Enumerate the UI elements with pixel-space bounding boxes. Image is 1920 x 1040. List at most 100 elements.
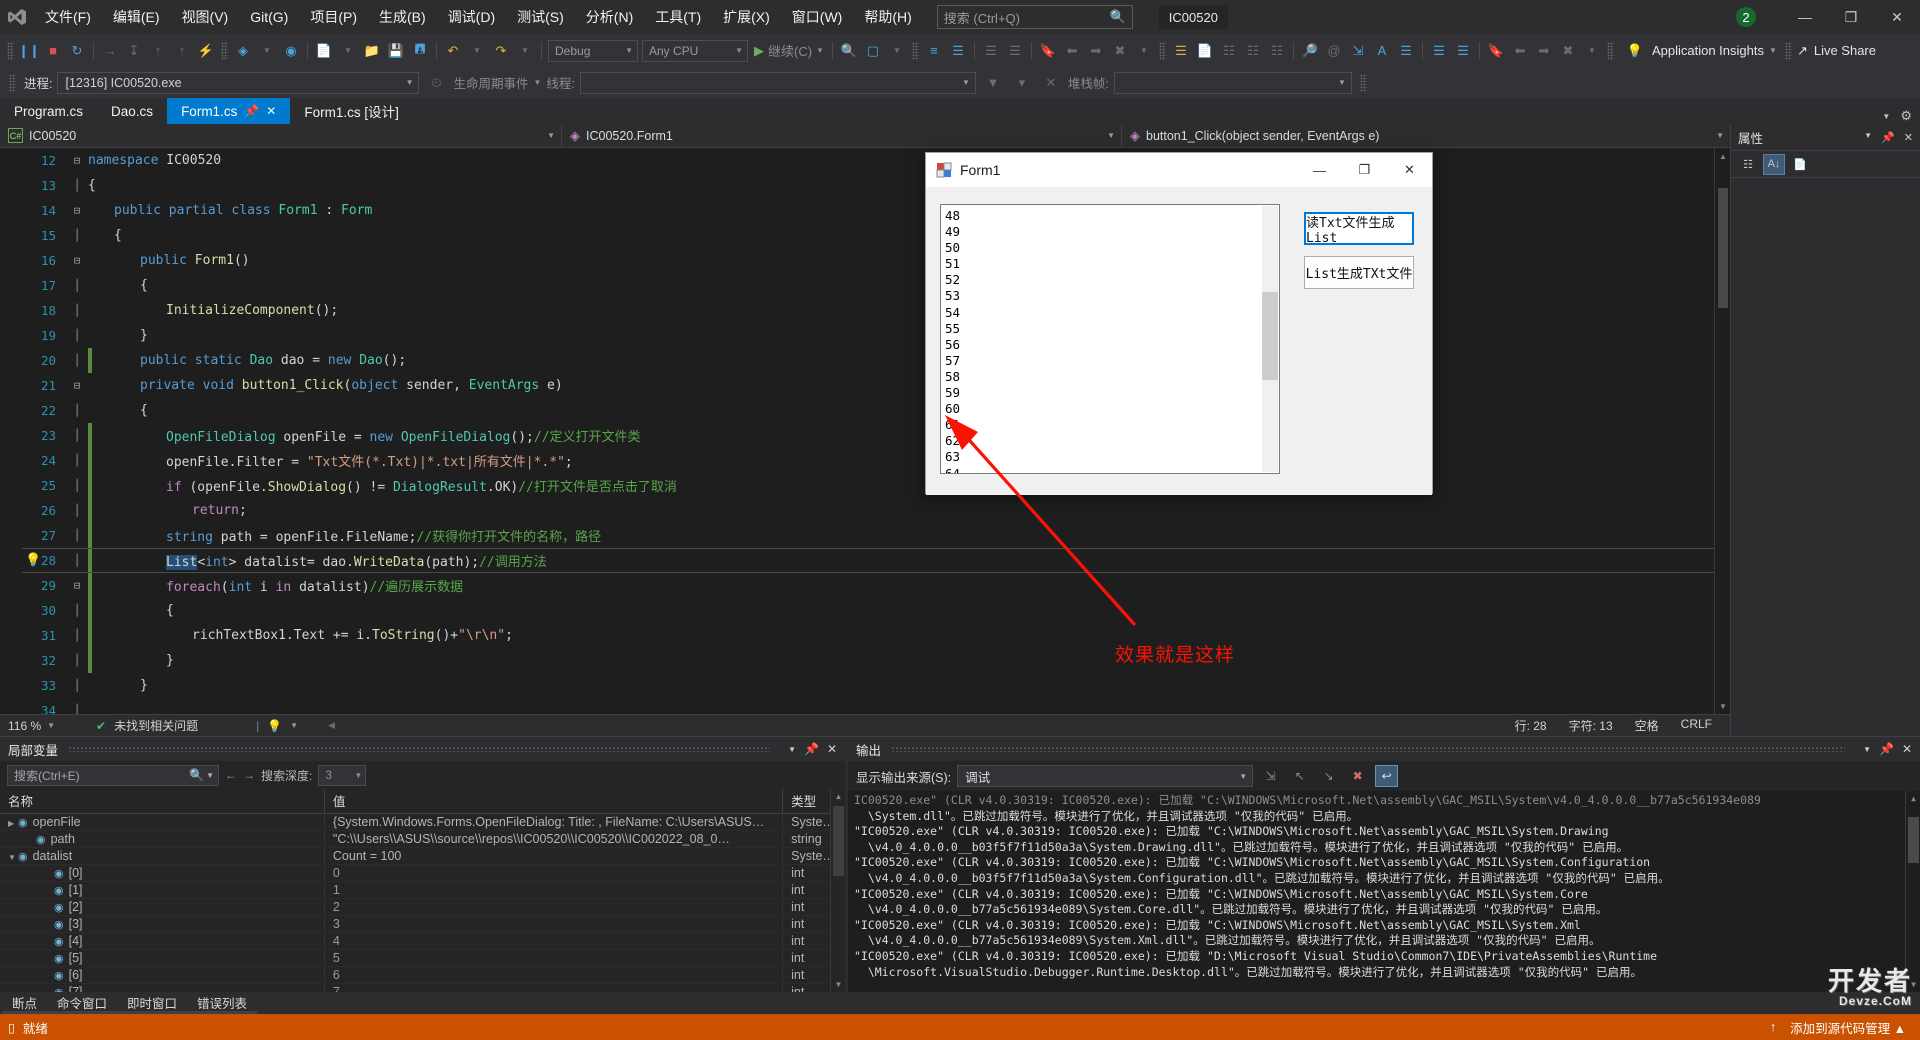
code-line[interactable]: 18 │ InitializeComponent();: [22, 298, 1730, 323]
tab-overflow-icon[interactable]: ▼: [1882, 112, 1890, 121]
locals-search-input[interactable]: 搜索(Ctrl+E) 🔍 ▼: [7, 764, 219, 786]
locals-value[interactable]: 6: [324, 966, 784, 984]
table-row[interactable]: ▼◉datalistCount = 100System.Collections.…: [0, 847, 845, 865]
menu-build[interactable]: 生成(B): [368, 1, 437, 33]
save-icon[interactable]: 💾: [384, 39, 408, 63]
procbar-grip[interactable]: [9, 73, 16, 92]
dropdown-caret-1[interactable]: ▼: [255, 39, 279, 63]
form1-minimize-button[interactable]: —: [1297, 153, 1342, 187]
table-row[interactable]: ◉ [3] 3 int: [0, 915, 845, 933]
code-line[interactable]: 💡 28 │ List<int> datalist= dao.WriteData(pa…: [22, 548, 1730, 573]
output-next-icon[interactable]: ↘: [1317, 765, 1340, 787]
code-line[interactable]: 29 ⊟ foreach(int i in datalist)//遍历展示数据: [22, 573, 1730, 598]
code-line[interactable]: 22 │ {: [22, 398, 1730, 423]
goto-icon[interactable]: ⇲: [1346, 39, 1370, 63]
global-search-input[interactable]: 搜索 (Ctrl+Q) 🔍: [936, 5, 1133, 29]
comment-icon[interactable]: ☰: [946, 39, 970, 63]
table-row[interactable]: ◉ [6] 6 int: [0, 966, 845, 984]
code-line[interactable]: 20 │ public static Dao dao = new Dao();: [22, 348, 1730, 373]
properties-view-icon[interactable]: 📄: [1789, 154, 1811, 175]
step-into-icon[interactable]: ↧: [122, 39, 146, 63]
tab-program-cs[interactable]: Program.cs: [0, 98, 97, 124]
locals-value[interactable]: Count = 100: [324, 847, 784, 865]
hot-reload-icon[interactable]: ⚡: [194, 39, 218, 63]
table-row[interactable]: ◉ [2] 2 int: [0, 898, 845, 916]
dock-tab-breakpoints[interactable]: 断点: [2, 994, 48, 1014]
new-project-icon[interactable]: 📄: [312, 39, 336, 63]
live-preview-icon[interactable]: 🔍: [837, 39, 861, 63]
redo-icon[interactable]: ↷: [489, 39, 513, 63]
format-icon[interactable]: ☰: [1003, 39, 1027, 63]
properties-pin-icon[interactable]: 📌: [1881, 131, 1895, 144]
step-out-icon[interactable]: ↑: [146, 39, 170, 63]
search-depth-input[interactable]: 3 ▼: [318, 764, 367, 786]
menu-view[interactable]: 视图(V): [171, 1, 240, 33]
code-line[interactable]: 26 │ return;: [22, 498, 1730, 523]
no-filter-icon[interactable]: ✕: [1039, 71, 1063, 95]
zoom-selector[interactable]: 116 % ▼: [8, 719, 88, 733]
output-wordwrap-icon[interactable]: ↩: [1375, 765, 1399, 787]
lifecycle-icon[interactable]: ⏲: [424, 71, 448, 95]
menu-help[interactable]: 帮助(H): [853, 1, 922, 33]
code-line[interactable]: 17 │ {: [22, 273, 1730, 298]
locals-drag-handle[interactable]: [68, 746, 771, 752]
bookmark-caret[interactable]: ▼: [1132, 39, 1156, 63]
dock-tab-error-list[interactable]: 错误列表: [187, 994, 258, 1014]
minimize-button[interactable]: —: [1782, 0, 1828, 34]
code-editor[interactable]: 12 ⊟ namespace IC00520 13 │{14 ⊟ public partia…: [0, 148, 1730, 714]
output-source-combo[interactable]: 调试 ▼: [957, 765, 1254, 787]
clear-items-icon[interactable]: ✖: [1556, 39, 1580, 63]
expander-icon[interactable]: ▼: [8, 853, 18, 862]
editor-scroll-thumb[interactable]: [1718, 188, 1728, 308]
lifecycle-caret-icon[interactable]: ▼: [534, 78, 542, 87]
tab-close-icon[interactable]: ✕: [266, 104, 276, 118]
lightbulb-caret-icon[interactable]: ▼: [290, 721, 298, 730]
prev-item-icon[interactable]: ⬅: [1508, 39, 1532, 63]
read-txt-to-list-button[interactable]: 读Txt文件生成List: [1304, 212, 1414, 246]
menu-git[interactable]: Git(G): [239, 3, 299, 31]
output-prev-icon[interactable]: ↖: [1288, 765, 1311, 787]
menu-debug[interactable]: 调试(D): [437, 1, 506, 33]
rtb-scroll-thumb[interactable]: [1262, 292, 1278, 380]
locals-value[interactable]: 2: [324, 898, 784, 916]
depth-caret-icon[interactable]: ▼: [354, 771, 362, 780]
eol-indicator[interactable]: CRLF: [1681, 717, 1712, 734]
code-line[interactable]: 19 │}: [22, 323, 1730, 348]
status-add-to-source-control[interactable]: 添加到源代码管理 ▲: [1790, 1018, 1906, 1037]
table-row[interactable]: ◉[7]7int: [0, 983, 845, 992]
undo-icon[interactable]: ↶: [441, 39, 465, 63]
procbar-grip-2[interactable]: [1359, 73, 1367, 92]
dock-tab-command-window[interactable]: 命令窗口: [47, 994, 118, 1014]
expand-icon[interactable]: ☰: [1451, 39, 1475, 63]
fold-toggle-icon[interactable]: ⊟: [66, 204, 88, 217]
toolbar-grip-5[interactable]: [1606, 41, 1614, 60]
code-text-area[interactable]: 12 ⊟ namespace IC00520 13 │{14 ⊟ public partia…: [22, 148, 1730, 714]
output-close-icon[interactable]: ✕: [1902, 742, 1912, 756]
code-line[interactable]: 24 │ openFile.Filter = "Txt文件(*.Txt)|*.txt…: [22, 448, 1730, 473]
menu-edit[interactable]: 编辑(E): [102, 1, 171, 33]
overflow-caret[interactable]: ▼: [1580, 39, 1604, 63]
application-insights-button[interactable]: 💡 Application Insights ▼: [1623, 39, 1795, 63]
table-row[interactable]: ◉ path "C:\\Users\\ASUS\\source\\repos\\IC…: [0, 830, 845, 848]
code-line[interactable]: 16 ⊟ public Form1(): [22, 248, 1730, 273]
toolbar-grip[interactable]: [7, 41, 14, 60]
next-item-icon[interactable]: ➡: [1532, 39, 1556, 63]
breakpoint-gutter[interactable]: [0, 148, 22, 714]
form1-window[interactable]: Form1 — ❐ ✕ 48 49 50 51 52 53 54 55 56 57 58 59 60 61…: [925, 152, 1433, 495]
toolbar-grip-4[interactable]: [1158, 41, 1166, 60]
output-clear-icon[interactable]: ✖: [1346, 765, 1369, 787]
menu-test[interactable]: 测试(S): [506, 1, 575, 33]
locals-menu-icon[interactable]: ▼: [788, 745, 796, 754]
search-prev-icon[interactable]: ←: [225, 768, 237, 782]
pause-icon[interactable]: ❙❙: [17, 39, 41, 63]
rich-text-box[interactable]: 48 49 50 51 52 53 54 55 56 57 58 59 60 61 62 63 64: [940, 204, 1280, 474]
continue-button[interactable]: ▶ 继续(C) ▼: [750, 41, 828, 60]
menu-analyze[interactable]: 分析(N): [575, 1, 644, 33]
code-line[interactable]: 12 ⊟ namespace IC00520: [22, 148, 1730, 173]
dock-tab-immediate-window[interactable]: 即时窗口: [117, 994, 188, 1014]
at-icon[interactable]: @: [1322, 39, 1346, 63]
bookmark2-icon[interactable]: 🔖: [1484, 39, 1508, 63]
table-row[interactable]: ◉ [4] 4 int: [0, 932, 845, 950]
stop-icon[interactable]: ■: [41, 39, 65, 63]
clear-bookmark-icon[interactable]: ✖: [1108, 39, 1132, 63]
